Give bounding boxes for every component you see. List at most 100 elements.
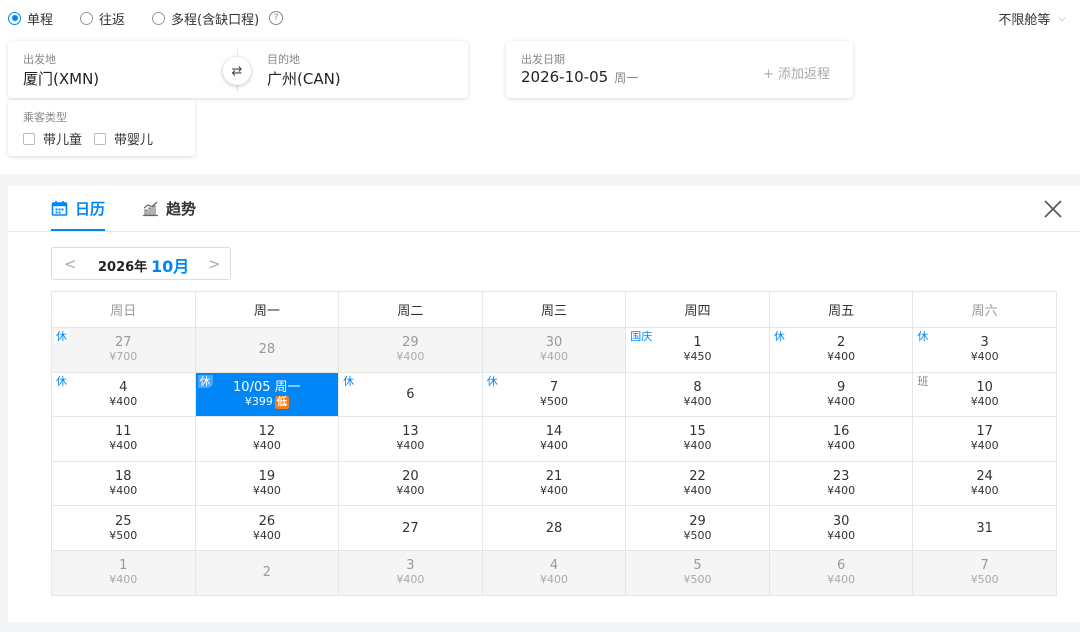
help-icon[interactable]: ?: [269, 11, 284, 25]
day-price-wrap: ¥400: [483, 439, 626, 453]
calendar-day-selected[interactable]: 休 10/05 周一 ¥399 低: [194, 371, 340, 418]
tab-trend[interactable]: 趋势: [142, 198, 196, 219]
with-child-checkbox[interactable]: 带儿童: [23, 129, 82, 148]
day-price-wrap: ¥400: [913, 395, 1056, 409]
calendar-day[interactable]: 13 ¥400: [338, 416, 483, 462]
day-price-wrap: ¥400: [483, 484, 626, 498]
chevron-down-icon: ⌵: [1058, 13, 1066, 24]
calendar-day[interactable]: 28: [194, 327, 340, 373]
calendar-day[interactable]: 11 ¥400: [51, 416, 196, 462]
calendar-day[interactable]: 16 ¥400: [768, 416, 914, 462]
add-return-button[interactable]: + 添加返程: [763, 63, 830, 82]
calendar-day[interactable]: 休 3 ¥400: [912, 327, 1057, 373]
day-price: ¥400: [970, 484, 999, 498]
trip-type-multi[interactable]: 多程(含缺口程): [152, 9, 259, 28]
calendar-day[interactable]: 8 ¥400: [625, 371, 770, 418]
day-price-wrap: ¥400: [483, 350, 626, 364]
from-field[interactable]: 出发地 厦门(XMN): [8, 41, 237, 98]
calendar-day[interactable]: 21 ¥400: [481, 460, 627, 507]
calendar-panel: 日历 趋势 < 2026年 10月 > 周日 周一 周二 周三 周四 周五 周六 休 27 ¥7…: [8, 186, 1080, 622]
day-price: ¥400: [252, 484, 281, 498]
calendar-day[interactable]: 31: [912, 505, 1057, 551]
day-number: 15: [689, 424, 706, 440]
day-price: ¥500: [970, 573, 999, 587]
day-number: 22: [689, 469, 706, 485]
trip-type-group: 单程 往返 多程(含缺口程) ?: [8, 9, 284, 28]
day-number: 3: [980, 335, 989, 351]
holiday-tag: 休: [341, 374, 357, 388]
day-price: ¥450: [683, 350, 712, 364]
day-price: ¥400: [396, 350, 425, 364]
trip-type-roundtrip[interactable]: 往返: [80, 9, 125, 28]
calendar-day[interactable]: 国庆 1 ¥450: [625, 327, 770, 373]
active-tab-indicator: [51, 229, 105, 231]
calendar-day[interactable]: 12 ¥400: [194, 416, 340, 462]
checkbox-icon: [94, 132, 107, 145]
day-price: ¥500: [109, 528, 138, 542]
calendar-day[interactable]: 23 ¥400: [768, 460, 914, 507]
day-price-wrap: ¥400: [196, 484, 339, 498]
calendar-day[interactable]: 29 ¥500: [625, 505, 770, 551]
to-field[interactable]: 目的地 广州(CAN): [238, 41, 468, 98]
calendar-day[interactable]: 休 27 ¥700: [51, 327, 196, 373]
day-number: 31: [976, 520, 993, 536]
calendar-day[interactable]: 6 ¥400: [768, 549, 914, 596]
calendar-day[interactable]: 9 ¥400: [768, 371, 914, 418]
calendar-day[interactable]: 休 4 ¥400: [51, 371, 196, 418]
tab-calendar[interactable]: 日历: [51, 198, 105, 219]
cabin-class-select[interactable]: 不限舱等 ⌵: [998, 9, 1066, 28]
day-price-wrap: ¥400: [913, 350, 1056, 364]
calendar-day[interactable]: 18 ¥400: [51, 460, 196, 507]
calendar-day[interactable]: 5 ¥500: [625, 549, 770, 596]
date-card[interactable]: 出发日期 2026-10-05 周一 + 添加返程: [506, 41, 853, 98]
calendar-day[interactable]: 25 ¥500: [51, 505, 196, 551]
day-price-wrap: ¥400: [52, 395, 195, 409]
calendar-day[interactable]: 7 ¥500: [912, 549, 1057, 596]
day-price: ¥400: [396, 439, 425, 453]
calendar-day[interactable]: 班 10 ¥400: [912, 371, 1057, 418]
radio-unchecked-icon: [152, 11, 166, 25]
day-price-wrap: ¥400: [626, 484, 769, 498]
trip-type-label: 多程(含缺口程): [171, 12, 260, 28]
calendar-day[interactable]: 休 7 ¥500: [481, 371, 627, 418]
calendar-day[interactable]: 休 2 ¥400: [768, 327, 914, 373]
calendar-week-row: 1 ¥400 2 3 ¥400 4 ¥400 5 ¥500 6 ¥400 7 ¥500: [51, 549, 1057, 596]
calendar-day[interactable]: 17 ¥400: [912, 416, 1057, 462]
prev-month-icon[interactable]: <: [64, 255, 77, 273]
calendar-day[interactable]: 26 ¥400: [194, 505, 340, 551]
calendar-day[interactable]: 14 ¥400: [481, 416, 627, 462]
holiday-tag: 班: [915, 374, 931, 388]
calendar-day[interactable]: 3 ¥400: [338, 549, 483, 596]
calendar-day[interactable]: 休6: [338, 371, 483, 418]
day-number: 28: [258, 342, 276, 358]
day-number: 10/05 周一: [233, 379, 301, 395]
passenger-type-label: 乘客类型: [23, 111, 67, 124]
calendar-day[interactable]: 30 ¥400: [481, 327, 627, 373]
next-month-icon[interactable]: >: [208, 255, 221, 273]
calendar-day[interactable]: 28: [481, 505, 627, 551]
day-price: ¥400: [539, 573, 568, 587]
calendar-day[interactable]: 4 ¥400: [481, 549, 627, 596]
calendar-day[interactable]: 24 ¥400: [912, 460, 1057, 507]
trip-type-oneway[interactable]: 单程: [8, 9, 53, 28]
day-price-wrap: ¥400: [770, 573, 913, 587]
calendar-day[interactable]: 2: [194, 549, 340, 596]
calendar-day[interactable]: 1 ¥400: [51, 549, 196, 596]
calendar-day[interactable]: 29 ¥400: [338, 327, 483, 373]
swap-icon[interactable]: ⇄: [223, 57, 251, 85]
to-label: 目的地: [267, 53, 300, 66]
calendar-day[interactable]: 22 ¥400: [625, 460, 770, 507]
close-icon[interactable]: [1042, 198, 1064, 220]
calendar-day[interactable]: 20 ¥400: [338, 460, 483, 507]
calendar-day[interactable]: 15 ¥400: [625, 416, 770, 462]
day-price-wrap: ¥500: [913, 573, 1056, 587]
day-number: 27: [402, 520, 419, 536]
calendar-day[interactable]: 30 ¥400: [768, 505, 914, 551]
calendar-day[interactable]: 27: [338, 505, 483, 551]
weekday-header: 周四: [625, 291, 770, 328]
year-label: 2026年: [98, 260, 148, 275]
weekday-header: 周二: [338, 291, 483, 328]
with-infant-checkbox[interactable]: 带婴儿: [94, 129, 153, 148]
day-number: 19: [258, 469, 276, 485]
calendar-day[interactable]: 19 ¥400: [194, 460, 340, 507]
